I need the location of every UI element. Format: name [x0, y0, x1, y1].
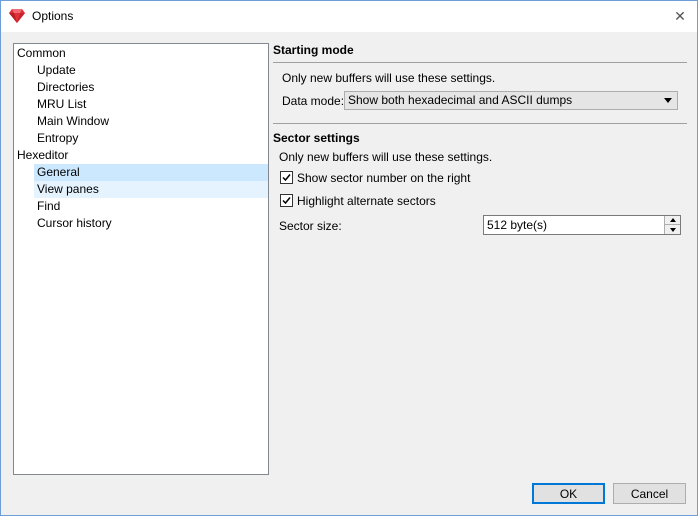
- data-mode-value: Show both hexadecimal and ASCII dumps: [348, 93, 573, 107]
- sector-settings-note: Only new buffers will use these settings…: [279, 150, 493, 164]
- data-mode-label: Data mode:: [282, 94, 345, 108]
- close-button[interactable]: ✕: [663, 1, 697, 31]
- tree-item-general[interactable]: General: [34, 164, 268, 181]
- checkmark-icon: [282, 197, 291, 205]
- window-title: Options: [32, 9, 74, 23]
- show-sector-label[interactable]: Show sector number on the right: [297, 171, 470, 185]
- tree-item-directories[interactable]: Directories: [14, 79, 268, 96]
- sector-settings-divider: [273, 123, 687, 124]
- ok-button[interactable]: OK: [532, 483, 605, 504]
- highlight-sectors-label[interactable]: Highlight alternate sectors: [297, 194, 436, 208]
- tree-item-main-window[interactable]: Main Window: [14, 113, 268, 130]
- tree-item-entropy[interactable]: Entropy: [14, 130, 268, 147]
- tree-item-update[interactable]: Update: [14, 62, 268, 79]
- tree-item-find[interactable]: Find: [14, 198, 268, 215]
- sector-settings-title: Sector settings: [273, 131, 360, 145]
- show-sector-checkbox[interactable]: [280, 171, 293, 184]
- tree-item-hexeditor[interactable]: Hexeditor: [14, 147, 268, 164]
- options-dialog: Options ✕ Common Update Directories MRU Lis…: [0, 0, 698, 516]
- title-bar: Options ✕: [1, 1, 697, 32]
- chevron-down-icon: [664, 98, 672, 103]
- spin-down-button[interactable]: [665, 225, 680, 234]
- arrow-up-icon: [669, 218, 676, 222]
- spin-up-button[interactable]: [665, 216, 680, 225]
- highlight-sectors-checkbox[interactable]: [280, 194, 293, 207]
- starting-mode-note: Only new buffers will use these settings…: [282, 71, 496, 85]
- starting-mode-title: Starting mode: [273, 43, 354, 57]
- checkmark-icon: [282, 174, 291, 182]
- spinner-buttons: [664, 216, 680, 234]
- data-mode-select[interactable]: Show both hexadecimal and ASCII dumps: [344, 91, 678, 110]
- options-tree[interactable]: Common Update Directories MRU List Main Wind…: [13, 43, 269, 475]
- cancel-button[interactable]: Cancel: [613, 483, 686, 504]
- ruby-gem-icon: [9, 9, 25, 23]
- tree-item-mru-list[interactable]: MRU List: [14, 96, 268, 113]
- sector-size-spinner[interactable]: 512 byte(s): [483, 215, 681, 235]
- tree-item-common[interactable]: Common: [14, 45, 268, 62]
- close-icon: ✕: [674, 7, 686, 24]
- arrow-down-icon: [669, 227, 676, 232]
- tree-item-view-panes[interactable]: View panes: [34, 181, 268, 198]
- starting-mode-divider: [273, 62, 687, 63]
- tree-item-cursor-history[interactable]: Cursor history: [14, 215, 268, 232]
- sector-size-value: 512 byte(s): [487, 218, 548, 232]
- sector-size-label: Sector size:: [279, 219, 342, 233]
